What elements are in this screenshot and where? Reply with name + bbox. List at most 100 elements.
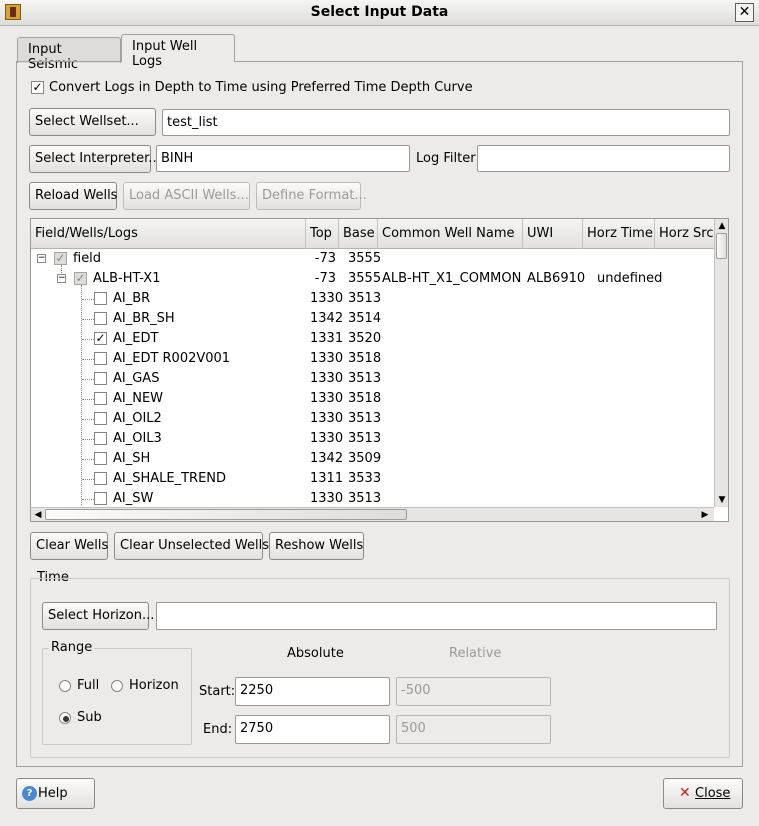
clear-wells-button[interactable]: Clear Wells [30, 532, 108, 560]
select-interpreter-button[interactable]: Select Interpreter... [29, 145, 161, 173]
help-button[interactable]: ? Help [16, 778, 95, 809]
table-row-log[interactable]: AI_BR 1330 3513 [31, 289, 714, 309]
close-button[interactable]: ✕ Close [663, 778, 743, 809]
define-format-button[interactable]: Define Format... [256, 182, 367, 210]
column-header-horz-time[interactable]: Horz Time [583, 219, 655, 249]
log-name: AI_NEW [113, 391, 164, 406]
horizontal-scrollbar[interactable]: ◀ ▶ [31, 507, 714, 521]
absolute-label: Absolute [287, 646, 344, 661]
log-checkbox[interactable] [94, 372, 107, 385]
scroll-left-arrow-icon[interactable]: ◀ [31, 508, 45, 521]
field-checkbox[interactable]: ✓ [54, 252, 67, 265]
table-header: Field/Wells/Logs Top Base Common Well Na… [31, 219, 714, 249]
log-top: 1330 [310, 491, 344, 506]
table-row-log[interactable]: AI_SW 1330 3513 [31, 489, 714, 507]
log-checkbox[interactable] [94, 292, 107, 305]
well-name: ALB-HT-X1 [93, 271, 161, 286]
well-checkbox[interactable]: ✓ [74, 272, 87, 285]
table-row-log[interactable]: AI_SH 1342 3509 [31, 449, 714, 469]
log-name: AI_OIL3 [113, 431, 162, 446]
log-checkbox[interactable] [94, 392, 107, 405]
log-base: 3513 [348, 431, 382, 446]
reload-wells-button[interactable]: Reload Wells [29, 182, 117, 210]
convert-checkbox[interactable]: ✓ [31, 81, 44, 94]
window-title: Select Input Data [310, 4, 449, 20]
table-row-log[interactable]: ✓ AI_EDT 1331 3520 [31, 329, 714, 349]
load-ascii-wells-button[interactable]: Load ASCII Wells... [123, 182, 250, 210]
tree-branch [82, 419, 94, 420]
clear-unselected-wells-button[interactable]: Clear Unselected Wells [114, 532, 269, 560]
select-horizon-button[interactable]: Select Horizon... [42, 602, 154, 630]
reshow-wells-button[interactable]: Reshow Wells [269, 532, 364, 560]
range-horizon-radio[interactable] [111, 680, 123, 692]
log-name: AI_EDT R002V001 [113, 351, 231, 366]
log-filter-label: Log Filter [416, 151, 476, 166]
wells-tree-table[interactable]: Field/Wells/Logs Top Base Common Well Na… [30, 218, 729, 522]
log-checkbox[interactable] [94, 472, 107, 485]
scroll-right-arrow-icon[interactable]: ▶ [698, 508, 712, 521]
range-full-label: Full [77, 678, 100, 693]
log-checkbox[interactable] [94, 312, 107, 325]
log-checkbox[interactable]: ✓ [94, 332, 107, 345]
log-checkbox[interactable] [94, 452, 107, 465]
log-base: 3513 [348, 371, 382, 386]
log-name: AI_SHALE_TREND [113, 471, 227, 486]
interpreter-field[interactable]: BINH [156, 145, 410, 172]
table-row-log[interactable]: AI_OIL3 1330 3513 [31, 429, 714, 449]
column-header-common-well-name[interactable]: Common Well Name [378, 219, 523, 249]
table-row-log[interactable]: AI_GAS 1330 3513 [31, 369, 714, 389]
log-checkbox[interactable] [94, 352, 107, 365]
end-relative-input[interactable]: 500 [396, 715, 551, 744]
window-close-button[interactable]: ✕ [735, 3, 754, 22]
table-row-log[interactable]: AI_EDT R002V001 1330 3518 [31, 349, 714, 369]
log-checkbox[interactable] [94, 412, 107, 425]
table-row-log[interactable]: AI_SHALE_TREND 1311 3533 [31, 469, 714, 489]
tab-input-well-logs[interactable]: Input Well Logs [121, 34, 235, 69]
log-checkbox[interactable] [94, 432, 107, 445]
log-name: AI_BR [113, 291, 151, 306]
range-group [42, 648, 192, 745]
column-header-uwi[interactable]: UWI [523, 219, 583, 249]
tree-branch [82, 439, 94, 440]
vertical-scrollbar[interactable]: ▲ ▼ [714, 219, 728, 507]
vertical-scroll-thumb[interactable] [716, 233, 727, 259]
tree-branch [82, 499, 94, 500]
tab-input-seismic[interactable]: Input Seismic [17, 37, 121, 72]
log-top: 1330 [310, 431, 344, 446]
column-header-top[interactable]: Top [306, 219, 339, 249]
table-row-log[interactable]: AI_NEW 1330 3518 [31, 389, 714, 409]
log-checkbox[interactable] [94, 492, 107, 505]
field-top: -73 [314, 251, 336, 266]
horizontal-scroll-thumb[interactable] [45, 509, 407, 520]
scroll-down-arrow-icon[interactable]: ▼ [715, 493, 728, 507]
range-full-radio[interactable] [59, 680, 71, 692]
table-row-log[interactable]: AI_BR_SH 1342 3514 [31, 309, 714, 329]
start-relative-input[interactable]: -500 [396, 677, 551, 706]
well-base: 3555 [348, 271, 382, 286]
tree-branch [82, 479, 94, 480]
log-top: 1330 [310, 411, 344, 426]
wellset-field[interactable]: test_list [162, 109, 730, 136]
table-row-well[interactable]: − ✓ ALB-HT-X1 -73 3555 ALB-HT_X1_COMMON … [31, 269, 714, 289]
horizon-field[interactable] [156, 602, 717, 630]
range-sub-radio[interactable] [59, 712, 71, 724]
log-filter-input[interactable] [477, 145, 730, 172]
table-row-log[interactable]: AI_OIL2 1330 3513 [31, 409, 714, 429]
close-icon: ✕ [679, 785, 691, 801]
column-header-field-wells-logs[interactable]: Field/Wells/Logs [31, 219, 306, 249]
end-absolute-input[interactable]: 2750 [235, 715, 390, 744]
well-common-name: ALB-HT_X1_COMMON [382, 271, 522, 286]
select-wellset-button[interactable]: Select Wellset... [29, 108, 156, 136]
log-base: 3518 [348, 391, 382, 406]
collapse-icon[interactable]: − [57, 274, 66, 283]
column-header-base[interactable]: Base [339, 219, 378, 249]
tree-branch [82, 379, 94, 380]
end-label: End: [203, 722, 233, 737]
column-header-horz-src[interactable]: Horz Src [655, 219, 714, 249]
log-base: 3513 [348, 291, 382, 306]
scroll-up-arrow-icon[interactable]: ▲ [715, 219, 728, 233]
start-label: Start: [199, 684, 236, 699]
collapse-icon[interactable]: − [37, 254, 46, 263]
start-absolute-input[interactable]: 2250 [235, 677, 390, 706]
table-row-field[interactable]: − ✓ field -73 3555 [31, 249, 714, 269]
